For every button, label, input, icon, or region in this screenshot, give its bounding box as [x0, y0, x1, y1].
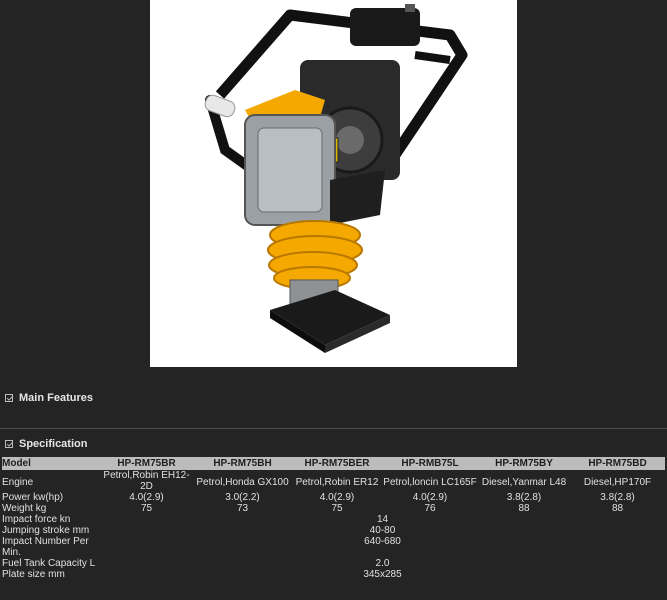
- table-row: Weight kg 75 73 75 76 88 88: [2, 503, 665, 514]
- table-cell: 40-80: [369, 525, 396, 536]
- table-cell: Petrol,Robin ER12: [295, 477, 379, 488]
- spec-header-row: Model HP-RM75BR HP-RM75BH HP-RM75BER HP-…: [2, 457, 665, 470]
- header-cell: HP-RM75BY: [478, 457, 570, 470]
- divider: [0, 428, 667, 429]
- table-cell: 4.0(2.9): [412, 492, 448, 503]
- table-cell: 75: [140, 503, 153, 514]
- specification-heading: Specification: [5, 438, 87, 450]
- table-cell: 75: [331, 503, 343, 514]
- table-cell: 14: [376, 514, 389, 525]
- table-cell: 3.0(2.2): [225, 492, 260, 503]
- table-row: Engine Petrol,Robin EH12-2D Petrol,Honda…: [2, 470, 665, 492]
- table-cell: 640-680: [364, 536, 401, 547]
- header-cell: HP-RMB75L: [382, 457, 478, 470]
- row-label: Impact force kn: [2, 514, 71, 525]
- table-cell: 88: [611, 503, 624, 514]
- row-label: Impact Number Per Min.: [2, 536, 89, 558]
- product-image: [150, 0, 517, 367]
- row-label: Engine: [2, 477, 34, 488]
- header-cell: HP-RM75BR: [100, 457, 193, 470]
- row-label: Jumping stroke mm: [2, 525, 90, 536]
- table-row: Impact Number Per Min. 640-680: [2, 536, 665, 558]
- table-cell: 345x285: [363, 569, 402, 580]
- table-cell: 73: [236, 503, 249, 514]
- header-cell: HP-RM75BD: [570, 457, 665, 470]
- row-label: Fuel Tank Capacity L: [2, 558, 96, 569]
- table-cell: Petrol,Honda GX100: [196, 477, 289, 488]
- table-row: Fuel Tank Capacity L 2.0: [2, 558, 665, 569]
- table-row: Plate size mm 345x285: [2, 569, 665, 580]
- table-cell: Diesel,Yanmar L48: [481, 477, 567, 488]
- header-cell: HP-RM75BH: [193, 457, 292, 470]
- table-cell: 3.8(2.8): [506, 492, 542, 503]
- table-cell: 3.8(2.8): [600, 492, 635, 503]
- row-label: Plate size mm: [2, 569, 65, 580]
- checkbox-icon: [5, 440, 13, 448]
- row-label: Power kw(hp): [2, 492, 64, 503]
- table-row: Jumping stroke mm 40-80: [2, 525, 665, 536]
- header-cell: Model: [2, 457, 100, 470]
- table-cell: Petrol,Robin EH12-2D: [103, 470, 190, 492]
- checkbox-icon: [5, 394, 13, 402]
- header-cell: HP-RM75BER: [292, 457, 382, 470]
- table-row: Impact force kn 14: [2, 514, 665, 525]
- table-row: Power kw(hp) 4.0(2.9) 3.0(2.2) 4.0(2.9) …: [2, 492, 665, 503]
- spec-table: Model HP-RM75BR HP-RM75BH HP-RM75BER HP-…: [2, 457, 665, 580]
- table-cell: 4.0(2.9): [129, 492, 164, 503]
- row-label: Weight kg: [2, 503, 47, 514]
- main-features-heading: Main Features: [5, 392, 93, 404]
- table-cell: Diesel,HP170F: [583, 477, 652, 488]
- table-cell: Petrol,loncin LC165F: [383, 477, 477, 488]
- table-cell: 88: [518, 503, 530, 514]
- table-cell: 76: [424, 503, 436, 514]
- table-cell: 2.0: [375, 558, 390, 569]
- table-cell: 4.0(2.9): [319, 492, 355, 503]
